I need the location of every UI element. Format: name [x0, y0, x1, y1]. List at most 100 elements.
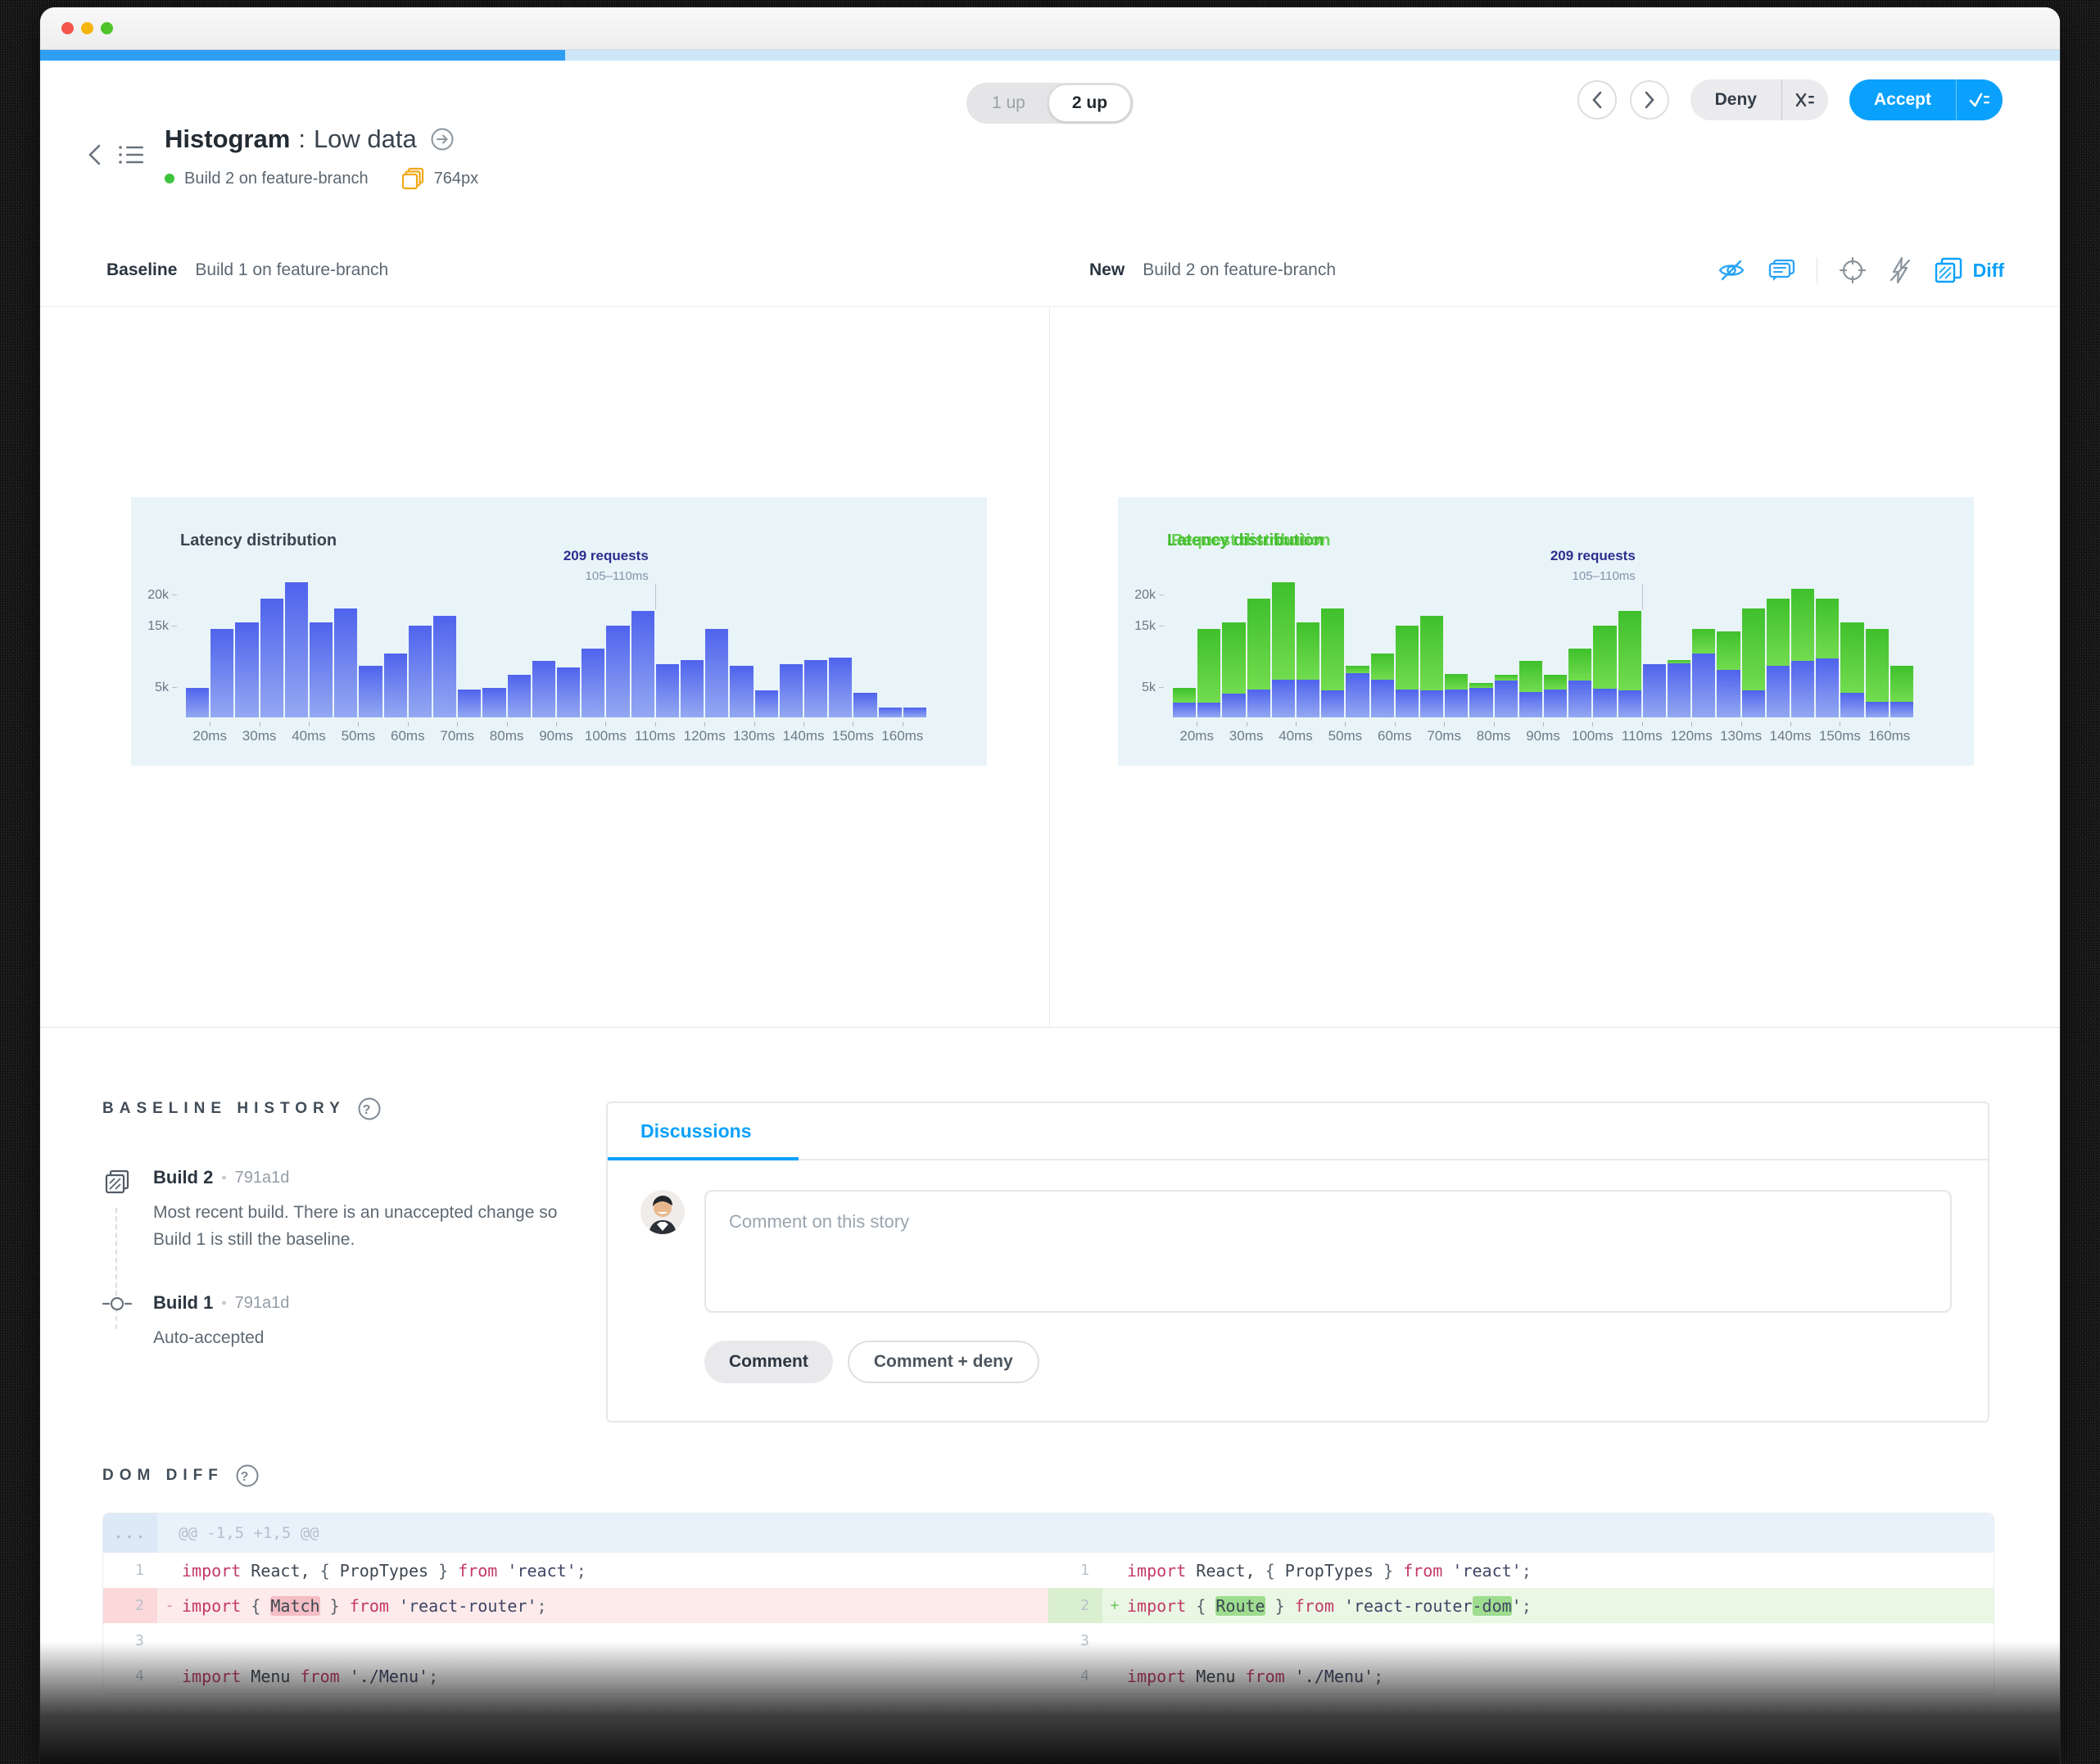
x-axis-label: 70ms [440, 728, 474, 744]
goto-arrow-icon[interactable] [430, 127, 455, 152]
animations-off-icon[interactable] [1888, 256, 1912, 284]
help-icon[interactable]: ? [235, 1463, 260, 1488]
x-axis-label: 120ms [1670, 728, 1713, 744]
baseline-screenshot-chart[interactable]: Latency distribution 20k 15k 5k 20ms 30ms 40ms… [131, 497, 987, 766]
history-item-build-2: Build 2 • 791a1d Most recent build. Ther… [102, 1167, 594, 1253]
build-description: Most recent build. There is an unaccepte… [153, 1203, 558, 1249]
y-axis-label: 5k [1118, 681, 1164, 695]
x-axis-label: 50ms [1328, 728, 1363, 744]
x-axis-label: 100ms [584, 728, 627, 744]
x-axis-label: 130ms [733, 728, 776, 744]
deny-all-icon[interactable] [1782, 91, 1828, 109]
diff-line: 3 [1048, 1623, 1994, 1658]
x-axis-label: 80ms [1476, 728, 1511, 744]
snapshot-name: Histogram [165, 124, 291, 153]
build-name[interactable]: Build 2 [153, 1167, 213, 1188]
diff-hunk-header: @@ -1,5 +1,5 @@ [179, 1524, 319, 1542]
previous-snapshot-button[interactable] [1577, 80, 1617, 120]
toggle-option-2up[interactable]: 2 up [1048, 84, 1132, 122]
build-sha: 791a1d [234, 1293, 290, 1312]
x-axis-label: 160ms [881, 728, 924, 744]
accept-label[interactable]: Accept [1849, 79, 1956, 120]
x-axis-label: 160ms [1868, 728, 1911, 744]
x-axis-label: 30ms [242, 728, 277, 744]
build-progress-bar [40, 50, 2060, 61]
y-axis-label: 15k [131, 619, 177, 634]
hide-diff-eye-off-icon[interactable] [1717, 258, 1746, 283]
diff-left-column: 1 import React, { PropTypes } from 'reac… [103, 1553, 1048, 1694]
comment-button[interactable]: Comment [704, 1341, 833, 1383]
progress-fill [40, 50, 566, 61]
deny-button[interactable]: Deny [1690, 79, 1828, 120]
line-number: 4 [135, 1667, 144, 1685]
line-number: 3 [1080, 1632, 1089, 1649]
x-axis-label: 80ms [489, 728, 524, 744]
dom-diff-panel: ... @@ -1,5 +1,5 @@ 1 import React, { Pr… [102, 1513, 1994, 1694]
user-avatar [640, 1190, 685, 1234]
diff-line: 4 import Menu from './Menu'; [1048, 1658, 1994, 1694]
line-number: 3 [135, 1632, 144, 1649]
diff-toggle-label[interactable]: Diff [1973, 260, 2004, 282]
x-axis-label: 140ms [1769, 728, 1812, 744]
back-chevron-icon[interactable] [86, 142, 104, 167]
baseline-node-icon [102, 1292, 132, 1352]
x-axis-label: 100ms [1571, 728, 1613, 744]
minimize-window-button[interactable] [81, 22, 93, 34]
deny-label[interactable]: Deny [1690, 79, 1781, 120]
x-axis-label: 60ms [1378, 728, 1412, 744]
x-axis-label: 70ms [1427, 728, 1461, 744]
title-separator: : [298, 124, 305, 153]
pixel-zoom-crosshair-icon[interactable] [1839, 256, 1867, 284]
bars [1172, 573, 1914, 717]
snapshot-list-icon[interactable] [117, 142, 145, 167]
x-axis-label: 20ms [1179, 728, 1214, 744]
new-screenshot-chart-with-diff[interactable]: Latency distribution Request distribution… [1118, 497, 1974, 766]
app-window: Histogram : Low data Build 2 on feature-… [40, 7, 2060, 1764]
screenshot-root: { "window": { "progress_percent": 26 }, … [0, 0, 2100, 1764]
line-number: 2 [103, 1588, 157, 1623]
build-name[interactable]: Build 1 [153, 1292, 213, 1314]
baseline-history-section: BASELINE HISTORY ? Build 2 • 791a1d Most… [102, 1097, 594, 1352]
window-titlebar [40, 7, 2060, 50]
snapshot-variant: Low data [313, 124, 417, 153]
compare-body: Latency distribution 20k 15k 5k 20ms 30ms 40ms… [40, 306, 2060, 1028]
x-axis-label: 150ms [1818, 728, 1861, 744]
svg-text:?: ? [240, 1470, 254, 1484]
diff-line: 4 import Menu from './Menu'; [103, 1658, 1048, 1694]
layout-toggle: 1 up 2 up [966, 83, 1134, 124]
history-item-build-1: Build 1 • 791a1d Auto-accepted [102, 1292, 594, 1352]
x-axis-label: 90ms [1526, 728, 1560, 744]
diff-right-column: 1 import React, { PropTypes } from 'reac… [1048, 1553, 1994, 1694]
x-axis-label: 150ms [831, 728, 874, 744]
new-panel: Latency distribution Request distribution… [1050, 307, 2060, 1027]
y-axis-label: 5k [131, 681, 177, 695]
line-number: 1 [1080, 1562, 1089, 1579]
header-actions: Deny Accept [1577, 79, 2003, 120]
comment-deny-button[interactable]: Comment + deny [847, 1341, 1039, 1383]
x-axis-label: 110ms [1621, 728, 1663, 744]
compare-header: Baseline Build 1 on feature-branch New B… [40, 249, 2060, 292]
x-axis-label: 90ms [539, 728, 573, 744]
comment-input[interactable] [704, 1190, 1952, 1313]
chart-annotation: 209 requests 105–110ms [1550, 548, 1636, 583]
x-axis-label: 20ms [192, 728, 227, 744]
help-icon[interactable]: ? [357, 1097, 382, 1121]
page-title: Histogram : Low data [165, 124, 478, 154]
tab-discussions[interactable]: Discussions [608, 1120, 752, 1142]
comments-icon[interactable] [1767, 258, 1795, 283]
diff-gutter-ellipsis: ... [103, 1513, 157, 1553]
maximize-window-button[interactable] [101, 22, 113, 34]
baseline-build-label: Build 1 on feature-branch [195, 260, 389, 279]
close-window-button[interactable] [61, 22, 74, 34]
x-axis-label: 120ms [683, 728, 726, 744]
x-axis-label: 40ms [1279, 728, 1313, 744]
next-snapshot-button[interactable] [1629, 80, 1669, 120]
toggle-option-1up[interactable]: 1 up [969, 85, 1048, 121]
accept-button[interactable]: Accept [1849, 79, 2003, 120]
y-axis-label: 20k [131, 588, 177, 603]
accept-all-icon[interactable] [1957, 91, 2003, 109]
diff-line: 2 + import { Route } from 'react-router-… [1048, 1588, 1994, 1623]
dom-diff-heading: DOM DIFF [102, 1467, 224, 1484]
chart-title-overlay: Request distribution [1171, 531, 1331, 550]
diff-overlay-icon[interactable] [1934, 256, 1963, 284]
